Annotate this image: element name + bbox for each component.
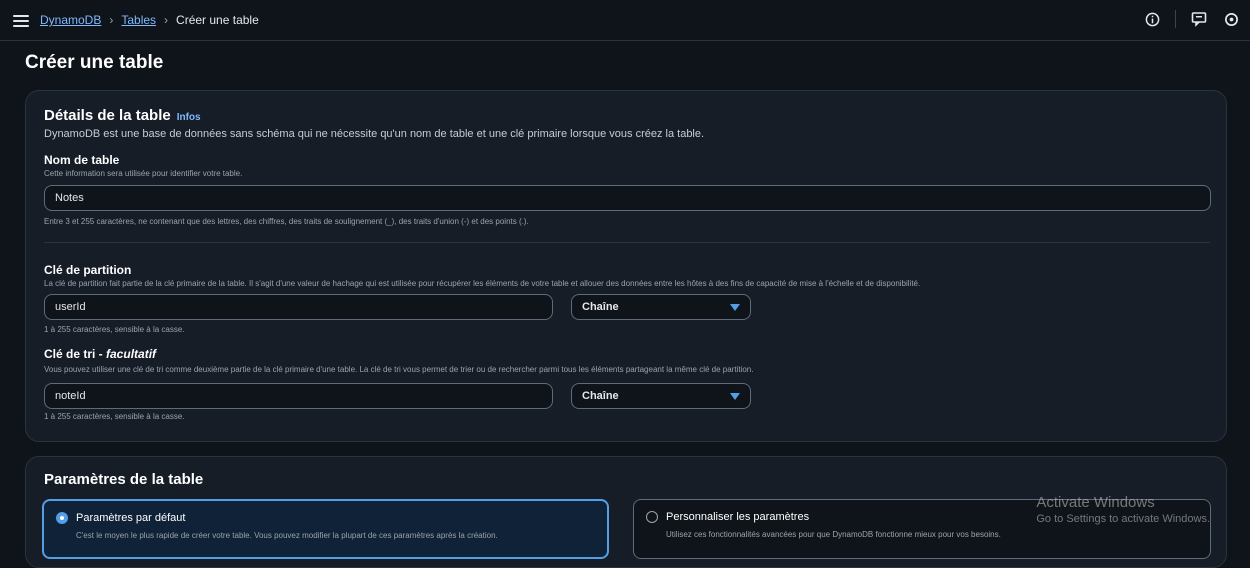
- feedback-icon[interactable]: [1190, 10, 1208, 28]
- caret-down-icon: [730, 392, 740, 400]
- default-settings-option[interactable]: Paramètres par défaut C'est le moyen le …: [42, 499, 609, 559]
- table-name-input[interactable]: Notes: [44, 185, 1211, 211]
- breadcrumb-tables-link[interactable]: Tables: [121, 13, 156, 27]
- table-details-title: Détails de la table Infos: [44, 107, 201, 124]
- sort-key-label: Clé de tri - facultatif: [44, 347, 156, 361]
- partition-key-input[interactable]: userId: [44, 294, 553, 320]
- custom-settings-option[interactable]: Personnaliser les paramètres Utilisez ce…: [633, 499, 1211, 559]
- sort-key-optional: facultatif: [106, 347, 157, 361]
- divider: [1175, 10, 1176, 28]
- info-icon[interactable]: [1143, 10, 1161, 28]
- page-title: Créer une table: [25, 52, 164, 73]
- partition-key-type-select[interactable]: Chaîne: [571, 294, 751, 320]
- partition-key-label: Clé de partition: [44, 263, 132, 277]
- custom-settings-label: Personnaliser les paramètres: [666, 510, 810, 523]
- sort-key-type-select[interactable]: Chaîne: [571, 383, 751, 409]
- sort-key-type-value: Chaîne: [582, 390, 619, 402]
- menu-icon[interactable]: [13, 12, 29, 28]
- caret-down-icon: [730, 303, 740, 311]
- sort-key-label-text: Clé de tri -: [44, 347, 107, 361]
- table-details-description: DynamoDB est une base de données sans sc…: [44, 128, 705, 140]
- breadcrumb-current: Créer une table: [176, 13, 259, 27]
- top-bar: DynamoDB › Tables › Créer une table: [0, 0, 1250, 41]
- default-settings-description: C'est le moyen le plus rapide de créer v…: [76, 531, 498, 540]
- settings-icon[interactable]: [1222, 10, 1240, 28]
- infos-link[interactable]: Infos: [177, 112, 201, 123]
- table-name-label: Nom de table: [44, 153, 120, 167]
- partition-key-description: La clé de partition fait partie de la cl…: [44, 279, 921, 288]
- table-name-description: Cette information sera utilisée pour ide…: [44, 169, 243, 178]
- table-details-panel: Détails de la table Infos DynamoDB est un…: [25, 90, 1227, 442]
- sort-key-hint: 1 à 255 caractères, sensible à la casse.: [44, 412, 185, 421]
- table-settings-panel: Paramètres de la table Paramètres par dé…: [25, 456, 1227, 568]
- breadcrumb: DynamoDB › Tables › Créer une table: [40, 13, 259, 27]
- breadcrumb-dynamodb-link[interactable]: DynamoDB: [40, 13, 101, 27]
- radio-unselected-icon[interactable]: [646, 510, 658, 523]
- chevron-right-icon: ›: [164, 13, 169, 27]
- radio-selected-icon[interactable]: [56, 511, 68, 524]
- default-settings-label: Paramètres par défaut: [76, 511, 186, 524]
- custom-settings-description: Utilisez ces fonctionnalités avancées po…: [666, 530, 1001, 539]
- table-name-hint: Entre 3 et 255 caractères, ne contenant …: [44, 217, 529, 226]
- top-icons: [1143, 10, 1240, 28]
- chevron-right-icon: ›: [109, 13, 114, 27]
- sort-key-description: Vous pouvez utiliser une clé de tri comm…: [44, 365, 754, 374]
- sort-key-input[interactable]: noteId: [44, 383, 553, 409]
- table-settings-title: Paramètres de la table: [44, 471, 204, 488]
- partition-key-type-value: Chaîne: [582, 301, 619, 313]
- table-details-heading: Détails de la table: [44, 107, 171, 124]
- partition-key-hint: 1 à 255 caractères, sensible à la casse.: [44, 325, 185, 334]
- section-divider: [44, 242, 1210, 243]
